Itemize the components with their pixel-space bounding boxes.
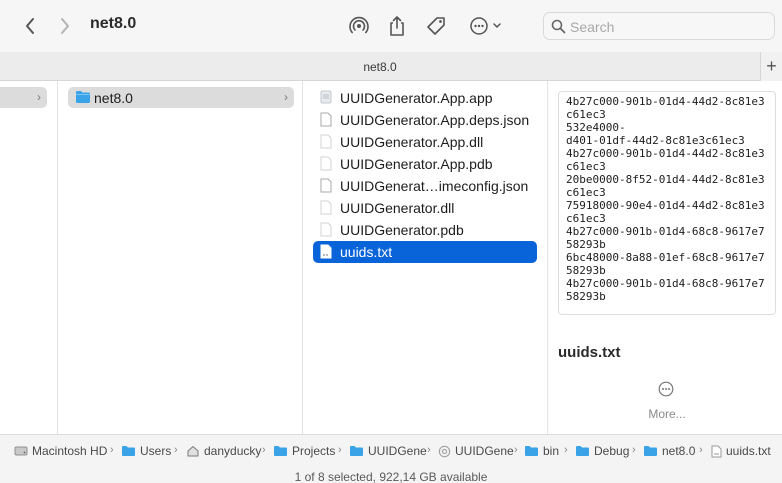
share-button[interactable] — [384, 13, 410, 39]
chevron-right-icon: › — [284, 90, 288, 104]
path-item-users[interactable]: Users — [121, 444, 171, 458]
document-icon — [320, 134, 332, 149]
path-item-projects[interactable]: Projects — [273, 444, 335, 458]
path-item-uuidgenerator-folder[interactable]: UUIDGene — [349, 444, 427, 458]
text-document-icon — [711, 445, 722, 457]
folder-name: net8.0 — [94, 90, 133, 106]
file-name: UUIDGenerator.App.deps.json — [340, 112, 530, 128]
file-name: UUIDGenerat…imeconfig.json — [340, 178, 529, 194]
file-name: UUIDGenerator.pdb — [340, 222, 464, 238]
folder-icon — [76, 91, 90, 103]
chevron-right-icon: › — [37, 90, 41, 104]
chevron-right-icon: › — [262, 444, 266, 456]
tab-bar: net8.0 + — [0, 52, 782, 81]
tab-net8[interactable]: net8.0 — [0, 60, 760, 74]
ellipsis-circle-icon[interactable] — [658, 381, 674, 397]
list-item[interactable]: UUIDGenerator.App.deps.json — [313, 109, 537, 131]
toolbar: net8.0 — [0, 0, 782, 52]
path-item-bin[interactable]: bin — [524, 444, 559, 458]
airdrop-icon — [349, 16, 369, 34]
folder-icon — [274, 446, 287, 456]
chevron-right-icon: › — [174, 444, 178, 456]
folder-icon — [350, 446, 363, 456]
disk-icon — [14, 446, 28, 456]
list-item-parent[interactable]: › — [0, 87, 47, 108]
path-item-uuidgenerator-project[interactable]: UUIDGene — [438, 444, 514, 458]
text-document-icon — [320, 244, 332, 259]
search-input[interactable] — [570, 17, 766, 37]
forward-button[interactable] — [54, 14, 76, 38]
path-item-home[interactable]: danyducky — [186, 444, 261, 458]
airdrop-button[interactable] — [346, 13, 372, 39]
back-button[interactable] — [19, 14, 41, 38]
column-files: UUIDGenerator.App.app UUIDGenerator.App.… — [303, 81, 548, 434]
chevron-right-icon: › — [632, 444, 636, 456]
project-icon — [438, 445, 451, 457]
file-name: uuids.txt — [340, 244, 393, 260]
chevron-right-icon: › — [699, 444, 703, 456]
list-item[interactable]: UUIDGenerator.App.app — [313, 87, 537, 109]
share-icon — [390, 16, 404, 36]
preview-thumbnail[interactable]: 4b27c000-901b-01d4-44d2-8c81e3 c61ec3 53… — [558, 91, 776, 315]
list-item[interactable]: UUIDGenerator.pdb — [313, 219, 537, 241]
app-icon — [320, 90, 332, 104]
list-item-selected[interactable]: uuids.txt — [313, 241, 537, 263]
path-item-uuids-txt[interactable]: uuids.txt — [711, 444, 771, 458]
tag-icon — [427, 17, 445, 35]
chevron-left-icon — [26, 18, 34, 34]
document-icon — [320, 222, 332, 237]
list-item[interactable]: UUIDGenerator.App.dll — [313, 131, 537, 153]
document-icon — [320, 112, 332, 127]
path-item-macintosh-hd[interactable]: Macintosh HD — [14, 444, 107, 458]
preview-text: 4b27c000-901b-01d4-44d2-8c81e3 c61ec3 53… — [566, 95, 765, 303]
document-icon — [320, 156, 332, 171]
list-item[interactable]: UUIDGenerator.App.pdb — [313, 153, 537, 175]
new-tab-button[interactable]: + — [760, 52, 782, 81]
preview-pane: 4b27c000-901b-01d4-44d2-8c81e3 c61ec3 53… — [548, 81, 782, 434]
list-item-folder[interactable]: net8.0 › — [68, 87, 294, 108]
status-bar: 1 of 8 selected, 922,14 GB available — [0, 467, 782, 483]
list-item[interactable]: UUIDGenerator.dll — [313, 197, 537, 219]
path-bar: Macintosh HD › Users › danyducky › Proje… — [0, 434, 782, 467]
chevron-right-icon: › — [514, 444, 518, 456]
more-button[interactable]: More... — [548, 407, 782, 421]
tags-button[interactable] — [423, 13, 449, 39]
document-icon — [320, 178, 332, 193]
chevron-right-icon: › — [564, 444, 568, 456]
column-parent: › — [0, 81, 58, 434]
document-icon — [320, 200, 332, 215]
file-name: UUIDGenerator.App.pdb — [340, 156, 493, 172]
path-item-net8[interactable]: net8.0 — [643, 444, 695, 458]
file-name: UUIDGenerator.App.dll — [340, 134, 484, 150]
chevron-right-icon — [61, 18, 69, 34]
list-item[interactable]: UUIDGenerat…imeconfig.json — [313, 175, 537, 197]
search-icon — [551, 19, 566, 34]
chevron-right-icon: › — [427, 444, 431, 456]
chevron-right-icon: › — [338, 444, 342, 456]
more-actions-button[interactable] — [466, 13, 506, 39]
folder-icon — [576, 446, 589, 456]
ellipsis-circle-icon — [470, 17, 501, 35]
chevron-right-icon: › — [110, 444, 114, 456]
path-item-debug[interactable]: Debug — [575, 444, 629, 458]
file-name: UUIDGenerator.App.app — [340, 90, 493, 106]
folder-icon — [525, 446, 538, 456]
window-title: net8.0 — [90, 15, 137, 32]
column-folder: net8.0 › — [58, 81, 303, 434]
preview-file-name: uuids.txt — [558, 344, 621, 361]
search-field[interactable] — [543, 12, 775, 40]
home-icon — [187, 445, 199, 457]
file-name: UUIDGenerator.dll — [340, 200, 455, 216]
status-text: 1 of 8 selected, 922,14 GB available — [294, 470, 488, 483]
folder-icon — [644, 446, 657, 456]
folder-icon — [122, 446, 135, 456]
